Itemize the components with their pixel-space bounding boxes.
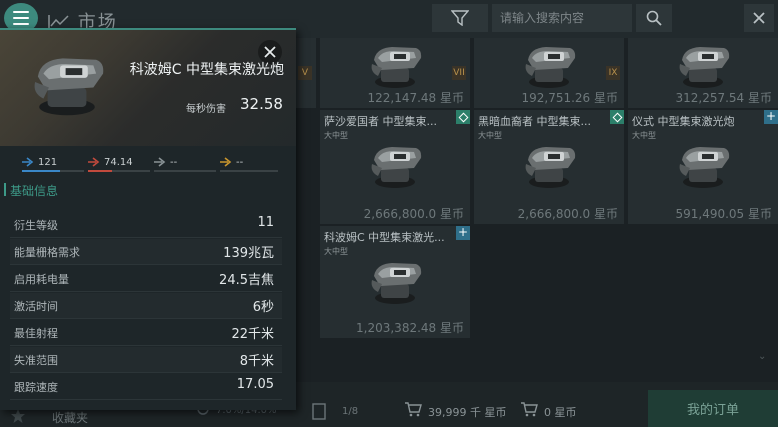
my-orders-button[interactable]: 我的订单: [648, 390, 778, 427]
attribute-row: 能量栅格需求 139兆瓦: [10, 239, 282, 265]
attribute-value: 6秒: [252, 300, 274, 315]
laser-turret-icon: [679, 147, 730, 188]
explosive-damage-value: --: [236, 156, 244, 168]
dps-label: 每秒伤害: [186, 104, 226, 115]
em-damage-icon: [22, 157, 34, 167]
thermal-damage-icon: [88, 157, 100, 167]
em-damage: 121: [22, 154, 84, 172]
attribute-label: 衍生等级: [14, 219, 58, 232]
attribute-row: 衍生等级 11: [10, 212, 282, 238]
item-price: 122,147.48 星币: [367, 91, 464, 105]
item-size: 大中型: [478, 131, 502, 140]
item-name: 科波姆C 中型集束激光...: [324, 231, 445, 244]
explosive-damage-icon: [220, 157, 232, 167]
tier-badge: V: [298, 66, 312, 80]
dps-value: 32.58: [240, 95, 283, 113]
attribute-value: 17.05: [236, 377, 274, 392]
item-name: 科波姆C 中型集束激光炮: [129, 62, 284, 78]
laser-turret-icon: [679, 47, 730, 88]
blueprint-badge: [456, 110, 470, 124]
search-icon: [646, 10, 662, 26]
search-button[interactable]: [636, 4, 672, 32]
sell-balance: 0 星币: [544, 406, 577, 419]
sell-cart-icon: [521, 402, 538, 417]
close-icon: [753, 12, 765, 24]
item-price: 2,666,800.0 星币: [363, 207, 464, 221]
item-card[interactable]: 仪式 中型集束激光炮 大中型 + 591,490.05 星币: [628, 110, 778, 224]
close-market-button[interactable]: [744, 4, 774, 32]
laser-turret-icon: [371, 147, 422, 188]
attribute-label: 最佳射程: [14, 327, 58, 340]
attribute-row: 最佳射程 22千米: [10, 320, 282, 346]
laser-turret-icon: [371, 47, 422, 88]
buy-balance: 39,999 千 星币: [428, 406, 507, 419]
laser-turret-icon: [525, 47, 576, 88]
add-icon[interactable]: +: [764, 110, 778, 124]
item-size: 大中型: [324, 247, 348, 256]
item-card[interactable]: 312,257.54 星币: [628, 38, 778, 108]
item-hero: 科波姆C 中型集束激光炮 每秒伤害 32.58: [0, 30, 296, 146]
add-icon[interactable]: +: [456, 226, 470, 240]
close-icon: [264, 46, 276, 58]
kinetic-damage-value: --: [170, 156, 178, 168]
item-name: 黑暗血裔者 中型集束...: [478, 115, 591, 128]
em-damage-value: 121: [38, 156, 58, 168]
filter-icon: [451, 10, 469, 26]
laser-turret-icon: [34, 58, 104, 116]
item-name: 仪式 中型集束激光炮: [632, 115, 735, 128]
attribute-value: 24.5吉焦: [219, 273, 274, 288]
item-card[interactable]: 萨沙爱国者 中型集束... 大中型 2,666,800.0 星币: [320, 110, 470, 224]
attribute-value: 139兆瓦: [223, 246, 274, 261]
laser-turret-icon: [525, 147, 576, 188]
item-detail-panel: 科波姆C 中型集束激光炮 每秒伤害 32.58 121 74.14 -- -- …: [0, 28, 296, 410]
attribute-label: 失准范围: [14, 354, 58, 367]
blueprint-badge: [610, 110, 624, 124]
attribute-label: 跟踪速度: [14, 381, 58, 394]
attribute-label: 能量栅格需求: [14, 246, 80, 259]
attribute-row: 激活时间 6秒: [10, 293, 282, 319]
item-card[interactable]: 科波姆C 中型集束激光... 大中型 + 1,203,382.48 星币: [320, 226, 470, 338]
item-price: 2,666,800.0 星币: [517, 207, 618, 221]
attribute-value: 8千米: [239, 354, 274, 369]
favorites-label[interactable]: 收藏夹: [52, 409, 88, 426]
tier-badge: IX: [606, 66, 620, 80]
item-price: 1,203,382.48 星币: [356, 321, 464, 335]
explosive-damage: --: [220, 154, 278, 172]
attribute-label: 启用耗电量: [14, 273, 69, 286]
attribute-row: 失准范围 8千米: [10, 347, 282, 373]
thermal-damage-value: 74.14: [104, 156, 133, 168]
thermal-damage-bar: [88, 170, 112, 172]
damage-profile: 121 74.14 -- --: [0, 146, 296, 176]
chevron-down-icon[interactable]: ⌄: [758, 351, 766, 362]
item-price: 312,257.54 星币: [675, 91, 772, 105]
item-size: 大中型: [324, 131, 348, 140]
kinetic-damage: --: [154, 154, 216, 172]
item-card[interactable]: IX 192,751.26 星币: [474, 38, 624, 108]
tier-badge: VII: [452, 66, 466, 80]
kinetic-damage-icon: [154, 157, 166, 167]
attribute-value: 22千米: [231, 327, 274, 342]
attribute-value: 11: [257, 215, 274, 230]
filter-button[interactable]: [432, 4, 488, 32]
close-detail-button[interactable]: [258, 40, 282, 64]
thermal-damage: 74.14: [88, 154, 150, 172]
search-field[interactable]: [492, 4, 632, 32]
item-card[interactable]: VII 122,147.48 星币: [320, 38, 470, 108]
attribute-row: 跟踪速度 17.05: [10, 374, 282, 400]
item-card[interactable]: 黑暗血裔者 中型集束... 大中型 2,666,800.0 星币: [474, 110, 624, 224]
search-input[interactable]: [492, 4, 632, 32]
star-icon[interactable]: [10, 408, 26, 424]
attribute-label: 激活时间: [14, 300, 58, 313]
laser-turret-icon: [371, 263, 422, 304]
cart-icon: [405, 402, 422, 417]
item-size: 大中型: [632, 131, 656, 140]
item-name: 萨沙爱国者 中型集束...: [324, 115, 437, 128]
em-damage-bar: [22, 170, 61, 172]
section-title: 基础信息: [3, 183, 59, 198]
attribute-row: 启用耗电量 24.5吉焦: [10, 266, 282, 292]
item-price: 192,751.26 星币: [521, 91, 618, 105]
item-price: 591,490.05 星币: [675, 207, 772, 221]
clipboard-icon: [312, 403, 326, 420]
order-count: 1/8: [342, 406, 359, 417]
